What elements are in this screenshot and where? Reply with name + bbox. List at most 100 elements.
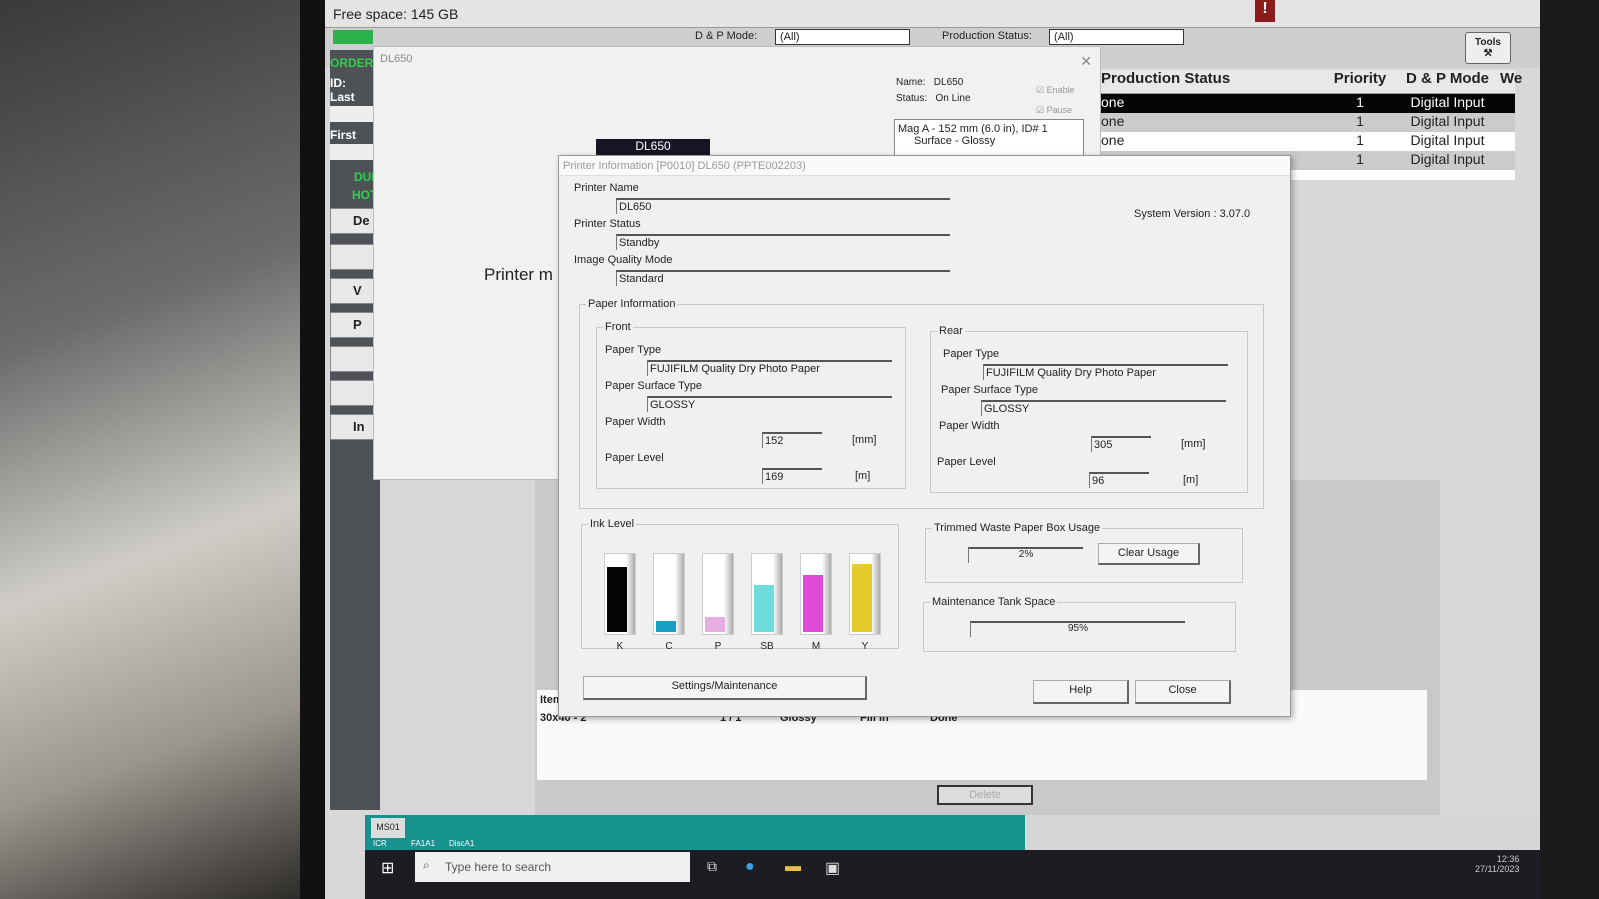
sidebar-button-6[interactable] — [330, 380, 374, 406]
table-row[interactable]: one 1 Digital Input — [1095, 94, 1515, 113]
cell-priority: 1 — [1356, 132, 1364, 148]
close-icon[interactable]: ✕ — [1080, 53, 1092, 70]
clock-time: 12:36 — [1496, 854, 1520, 864]
waste-box-group: Trimmed Waste Paper Box Usage 2% Clear U… — [925, 522, 1243, 583]
table-row[interactable]: one 1 Digital Input — [1095, 113, 1515, 132]
ink-label: SB — [760, 641, 774, 652]
col-we[interactable]: We — [1500, 70, 1522, 93]
ink-fill — [754, 584, 774, 632]
printer-name-label: Printer Name — [574, 182, 639, 194]
ms01-button[interactable]: MS01 — [371, 818, 405, 838]
mag-item: Mag A - 152 mm (6.0 in), ID# 1 — [898, 123, 1048, 135]
cell-mode: Digital Input — [1410, 113, 1485, 129]
cell-status: one — [1101, 132, 1125, 148]
clear-usage-button[interactable]: Clear Usage — [1098, 543, 1200, 565]
alert-icon[interactable]: ! — [1255, 0, 1275, 22]
front-type-field: FUJIFILM Quality Dry Photo Paper — [647, 360, 892, 376]
store-icon[interactable]: ▣ — [825, 858, 840, 878]
prod-status-select[interactable]: (All) — [1049, 29, 1184, 45]
delete-button[interactable]: Delete — [937, 785, 1033, 805]
ink-tank-m — [800, 553, 832, 635]
front-level-unit: [m] — [855, 470, 871, 482]
help-button[interactable]: Help — [1033, 680, 1129, 704]
name-label: Name: — [896, 77, 926, 88]
settings-maintenance-button[interactable]: Settings/Maintenance — [583, 676, 867, 700]
front-type-label: Paper Type — [605, 344, 662, 356]
enable-label: Enable — [1046, 85, 1075, 95]
front-width-unit: [mm] — [852, 434, 877, 446]
search-icon: ⌕ — [423, 858, 430, 872]
cell-priority: 1 — [1356, 94, 1364, 110]
rear-width-label: Paper Width — [939, 420, 1000, 432]
pause-checkbox[interactable]: ☑ Pause — [1036, 105, 1072, 116]
status-value: On Line — [935, 93, 971, 104]
mag-list[interactable]: Mag A - 152 mm (6.0 in), ID# 1 Surface -… — [894, 119, 1084, 159]
ink-label: P — [714, 641, 722, 652]
screen: Free space: 145 GB ! D & P Mode: (All) P… — [325, 0, 1540, 899]
clock-date: 27/11/2023 — [1475, 864, 1520, 874]
rear-width-field: 305 — [1091, 436, 1151, 452]
paper-info-group: Paper Information Front Paper Type FUJIF… — [579, 298, 1264, 509]
paper-info-label: Paper Information — [586, 298, 678, 310]
front-width-label: Paper Width — [605, 416, 666, 428]
col-dp-mode[interactable]: D & P Mode — [1395, 70, 1500, 93]
name-value: DL650 — [933, 77, 964, 88]
sidebar-button-in[interactable]: In — [330, 414, 374, 440]
rear-surface-field: GLOSSY — [981, 400, 1226, 416]
col-production-status[interactable]: Production Status — [1095, 70, 1325, 93]
maintenance-tank-label: Maintenance Tank Space — [930, 596, 1058, 608]
sidebar-button-p[interactable]: P — [330, 312, 374, 338]
front-width-field: 152 — [762, 432, 822, 448]
edge-icon[interactable]: ● — [745, 858, 755, 876]
dp-mode-select[interactable]: (All) — [775, 29, 910, 45]
disca1-label: DiscA1 — [449, 839, 475, 848]
cell-status: one — [1101, 113, 1125, 129]
cell-priority: 1 — [1356, 113, 1364, 129]
rear-type-field: FUJIFILM Quality Dry Photo Paper — [983, 364, 1228, 380]
task-view-icon[interactable]: ⧉ — [707, 858, 717, 875]
table-row[interactable]: one 1 Digital Input — [1095, 132, 1515, 151]
windows-start-icon[interactable]: ⊞ — [381, 858, 394, 878]
rear-surface-label: Paper Surface Type — [941, 384, 1039, 396]
icr-label: ICR — [373, 839, 387, 848]
file-explorer-icon[interactable]: ▬ — [785, 858, 801, 876]
sidebar-button-v[interactable]: V — [330, 278, 374, 304]
ink-label: C — [665, 641, 673, 652]
col-priority[interactable]: Priority — [1325, 70, 1395, 93]
ink-tank-sb — [751, 553, 783, 635]
cell-mode: Digital Input — [1410, 94, 1485, 110]
dialog-title: Printer Information [P0010] DL650 (PPTE0… — [559, 156, 1290, 176]
app-statusbar: MS01 ICR FA1A1 DiscA1 — [365, 815, 1540, 851]
status-indicator — [333, 30, 373, 44]
prod-status-label: Production Status: — [942, 30, 1032, 42]
monitor-bezel-right — [1535, 0, 1599, 899]
ink-level-label: Ink Level — [588, 518, 637, 530]
tools-button[interactable]: Tools ⚒ — [1465, 32, 1511, 64]
fa1a1-label: FA1A1 — [411, 839, 436, 848]
pause-label: Pause — [1046, 105, 1073, 115]
sidebar-button-2[interactable] — [330, 244, 374, 270]
taskbar-search[interactable]: ⌕ Type here to search — [415, 852, 690, 882]
maintenance-tank-bar: 95% — [970, 621, 1185, 637]
sidebar-button-5[interactable] — [330, 346, 374, 372]
rear-type-label: Paper Type — [943, 348, 1000, 360]
printer-information-dialog: Printer Information [P0010] DL650 (PPTE0… — [558, 155, 1291, 717]
waste-usage-bar: 2% — [968, 547, 1083, 563]
printer-message: Printer m — [484, 265, 553, 284]
tools-label: Tools — [1475, 37, 1501, 48]
enable-checkbox[interactable]: ☑ Enable — [1036, 85, 1075, 96]
ink-tank-c — [653, 553, 685, 635]
ink-fill — [705, 616, 725, 632]
ink-fill — [852, 563, 872, 632]
front-label: Front — [603, 321, 633, 333]
ink-label: M — [811, 641, 821, 652]
waste-box-label: Trimmed Waste Paper Box Usage — [932, 522, 1103, 534]
printer-status-label: Printer Status — [574, 218, 641, 230]
free-space: Free space: 145 GB — [325, 0, 1540, 28]
sidebar-button-de[interactable]: De — [330, 208, 374, 234]
windows-taskbar: ⊞ ⌕ Type here to search ⧉ ● ▬ ▣ 12:36 27/1… — [365, 850, 1540, 899]
ink-fill — [607, 567, 627, 632]
close-button[interactable]: Close — [1135, 680, 1231, 704]
iq-mode-field: Standard — [616, 270, 950, 286]
clock[interactable]: 12:36 27/11/2023 — [1475, 854, 1519, 874]
